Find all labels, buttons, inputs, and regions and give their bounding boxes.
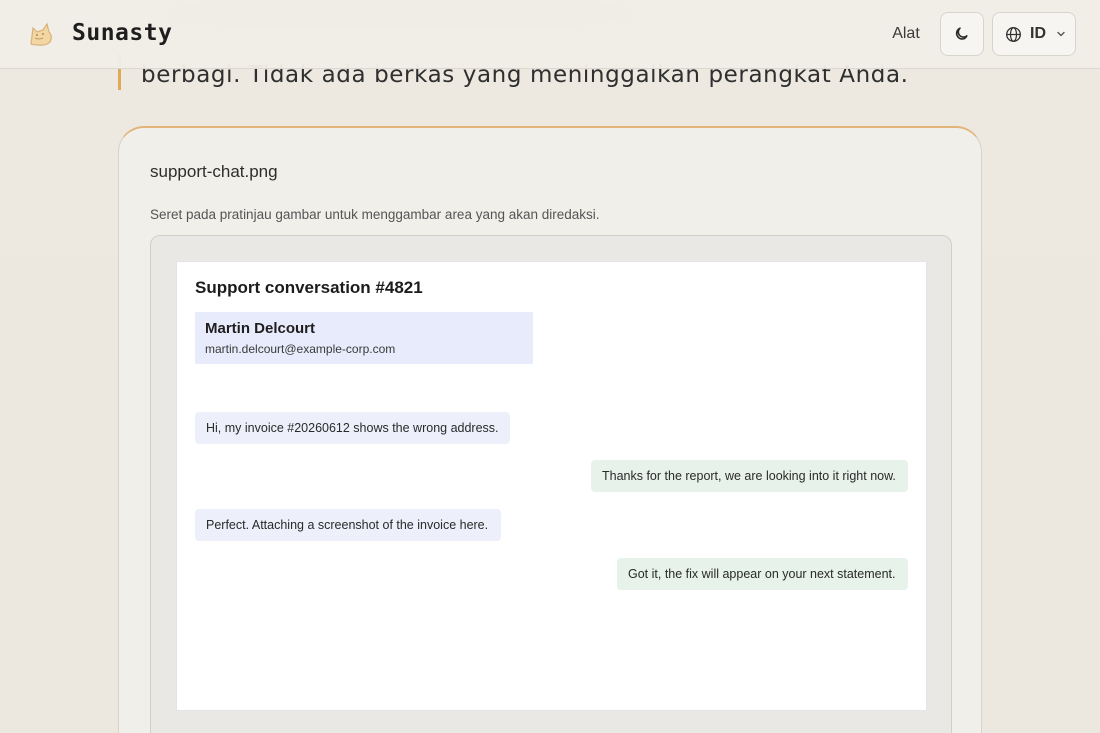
file-name: support-chat.png (150, 162, 278, 181)
brand-name: Sunasty (72, 20, 173, 46)
image-preview-canvas[interactable]: Support conversation #4821 Martin Delcou… (150, 235, 952, 733)
contact-email: martin.delcourt@example-corp.com (205, 342, 396, 356)
chat-message: Perfect. Attaching a screenshot of the i… (195, 509, 501, 541)
language-code: ID (1030, 25, 1046, 42)
preview-image[interactable]: Support conversation #4821 Martin Delcou… (176, 261, 927, 711)
redaction-editor-card: support-chat.png Seret pada pratinjau ga… (118, 126, 982, 733)
contact-name: Martin Delcourt (205, 320, 316, 337)
tools-menu-link[interactable]: Alat (880, 20, 932, 48)
chevron-down-icon (1057, 31, 1065, 37)
moon-icon (955, 27, 968, 40)
cat-logo-icon (30, 22, 52, 46)
globe-icon (1006, 26, 1021, 42)
chat-message: Got it, the fix will appear on your next… (617, 558, 908, 590)
instruction-hint: Seret pada pratinjau gambar untuk mengga… (150, 207, 600, 222)
chat-message: Hi, my invoice #20260612 shows the wrong… (195, 412, 510, 444)
conversation-title: Support conversation #4821 (195, 278, 423, 297)
chat-message: Thanks for the report, we are looking in… (591, 460, 908, 492)
top-navigation-bar: Sunasty Alat ID (0, 0, 1100, 69)
contact-card: Martin Delcourt martin.delcourt@example-… (195, 312, 533, 364)
theme-toggle-button[interactable] (940, 12, 984, 56)
language-selector[interactable]: ID (992, 12, 1076, 56)
brand[interactable]: Sunasty (26, 18, 172, 48)
